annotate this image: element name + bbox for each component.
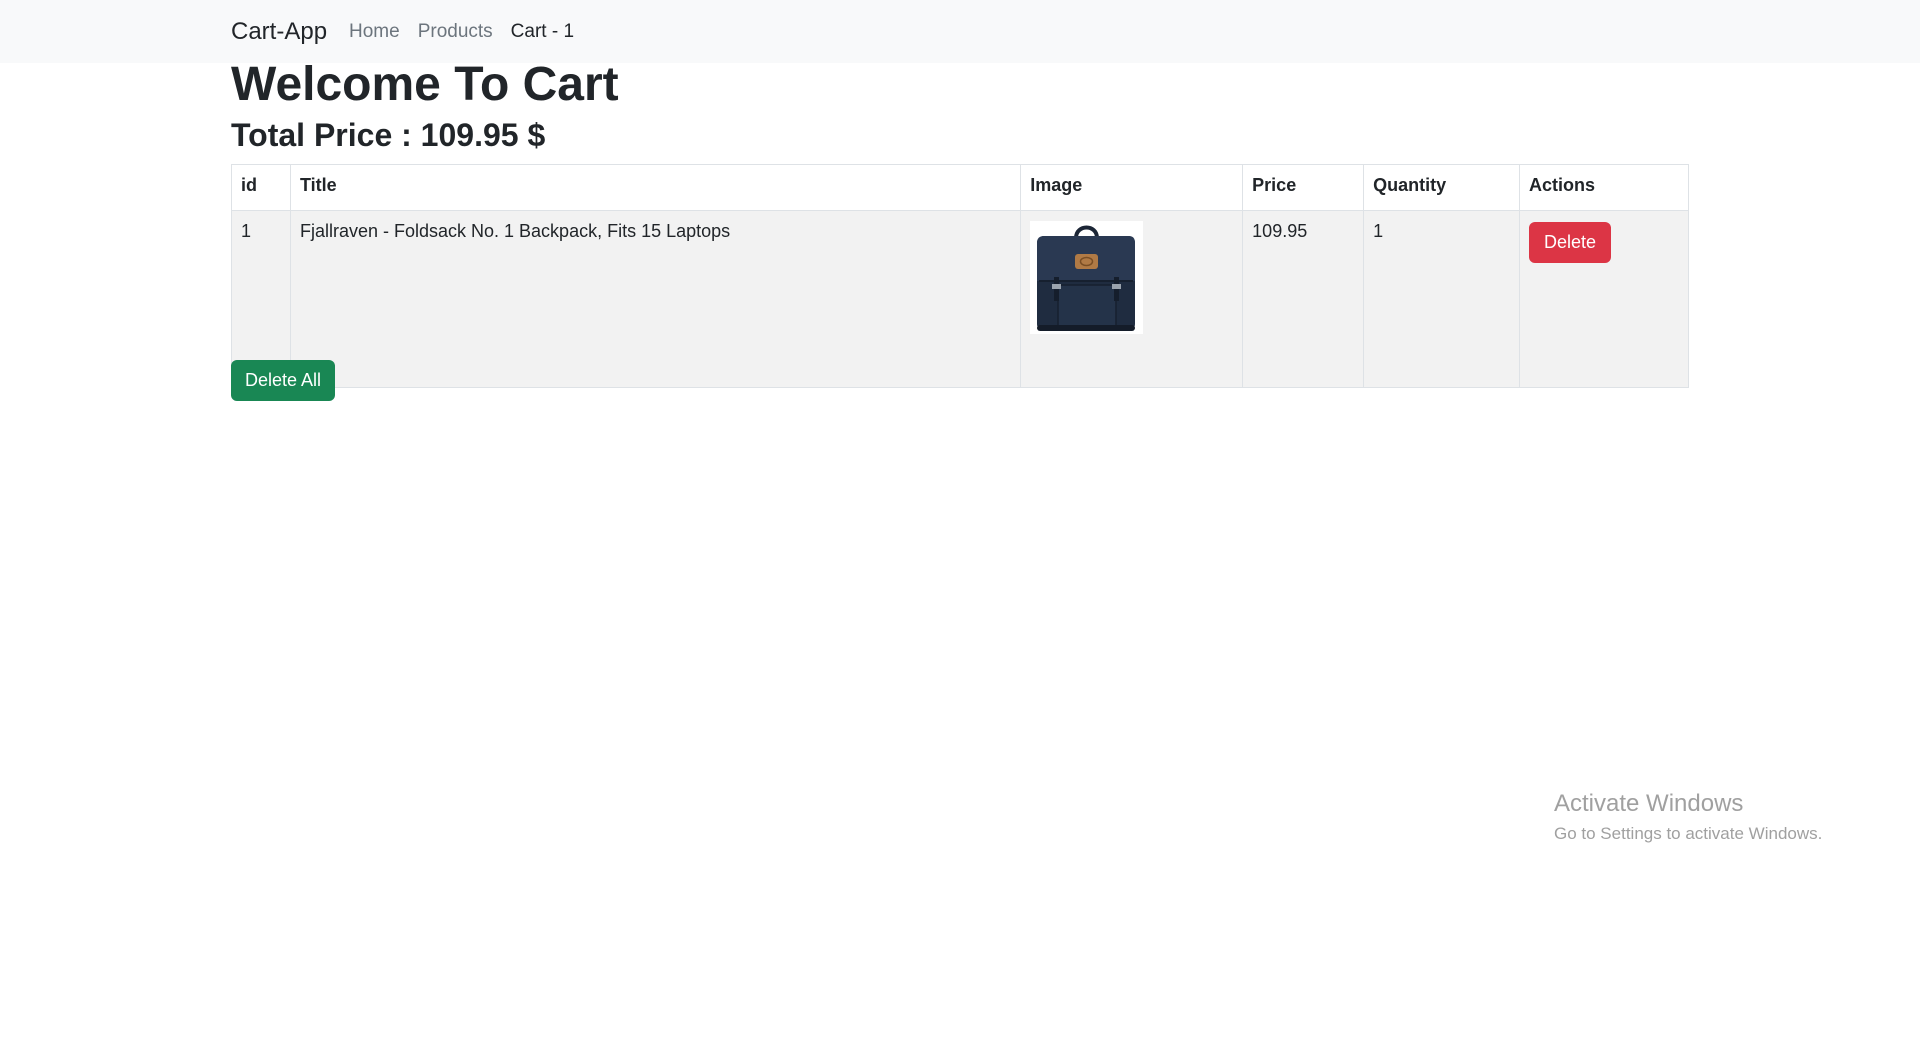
watermark-title: Activate Windows <box>1554 790 1744 817</box>
brand-link[interactable]: Cart-App <box>231 18 327 46</box>
page-title: Welcome To Cart <box>231 58 619 111</box>
backpack-image <box>1030 221 1144 334</box>
navbar: Cart-App Home Products Cart - 1 <box>0 0 1920 63</box>
nav-link-cart[interactable]: Cart - 1 <box>511 21 574 43</box>
header-price: Price <box>1242 164 1365 211</box>
header-id: id <box>231 164 291 211</box>
cell-image <box>1020 210 1244 388</box>
nav-links: Home Products Cart - 1 <box>349 21 574 43</box>
delete-all-button[interactable]: Delete All <box>231 360 336 401</box>
activate-windows-watermark: Activate Windows Go to Settings to activ… <box>1554 790 1822 844</box>
header-actions: Actions <box>1519 164 1689 211</box>
table-row: 1 Fjallraven - Foldsack No. 1 Backpack, … <box>231 210 1689 388</box>
cell-price: 109.95 <box>1242 210 1365 388</box>
table-header-row: id Title Image Price Quantity Actions <box>231 164 1689 211</box>
cell-quantity: 1 <box>1363 210 1521 388</box>
cell-actions: Delete <box>1519 210 1689 388</box>
cell-title: Fjallraven - Foldsack No. 1 Backpack, Fi… <box>289 210 1022 388</box>
delete-button[interactable]: Delete <box>1529 222 1612 263</box>
watermark-subtitle: Go to Settings to activate Windows. <box>1554 824 1823 843</box>
header-quantity: Quantity <box>1363 164 1521 211</box>
total-price: Total Price : 109.95 $ <box>231 117 545 154</box>
header-image: Image <box>1020 164 1244 211</box>
header-title: Title <box>289 164 1022 211</box>
total-price-label: Total Price : 109.95 $ <box>231 117 546 153</box>
cart-table: id Title Image Price Quantity Actions 1 … <box>231 164 1689 388</box>
nav-link-products[interactable]: Products <box>418 21 493 43</box>
nav-link-home[interactable]: Home <box>349 21 400 43</box>
